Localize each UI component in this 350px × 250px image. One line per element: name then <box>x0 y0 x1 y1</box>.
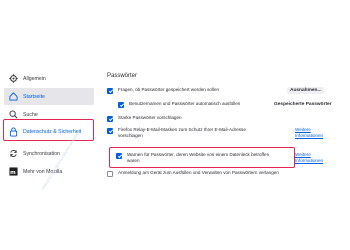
more-info-link-relay[interactable]: Weitere Informationen <box>295 127 323 139</box>
option-relay-masks[interactable]: Firefox Relay-E-Mail-Masken zum Schutz I… <box>107 127 246 139</box>
option-label-line2: vorschlagen <box>118 133 143 138</box>
option-label-line1: Firefox Relay-E-Mail-Masken zum Schutz I… <box>118 127 246 132</box>
option-autofill[interactable]: Benutzernamen und Passwörter automatisch… <box>118 101 240 108</box>
sidebar-item-label: Suche <box>23 111 38 118</box>
option-label: Starke Passwörter vorschlagen <box>118 115 182 120</box>
option-strong-passwords[interactable]: Starke Passwörter vorschlagen <box>107 115 182 122</box>
option-label: Benutzernamen und Passwörter automatisch… <box>129 101 241 106</box>
gear-icon <box>8 74 18 84</box>
svg-text:m: m <box>10 170 16 176</box>
option-ask-save[interactable]: Fragen, ob Passwörter gespeichert werden… <box>107 87 219 94</box>
saved-passwords-button[interactable]: Gespeicherte Passwörter <box>271 101 335 108</box>
link-line1: Weitere <box>295 152 311 157</box>
checkbox[interactable] <box>107 127 113 134</box>
option-require-device-login[interactable]: Anmeldung am Gerät zum Ausfüllen und Ver… <box>107 170 279 177</box>
main-content: Passwörter Ausnahmen... Gespeicherte Pas… <box>105 0 350 250</box>
sync-icon <box>8 149 18 159</box>
sidebar-item-home[interactable]: Startseite <box>4 88 94 105</box>
highlight-frame-breach <box>109 147 295 168</box>
search-icon <box>8 110 18 120</box>
checkbox[interactable] <box>107 115 113 122</box>
sidebar-item-sync[interactable]: Synchronisation <box>4 145 94 162</box>
mozilla-icon: m <box>8 167 18 177</box>
option-label: Anmeldung am Gerät zum Ausfüllen und Ver… <box>118 170 279 175</box>
option-label: Firefox Relay-E-Mail-Masken zum Schutz I… <box>118 127 246 139</box>
sidebar-item-label: Synchronisation <box>23 150 60 157</box>
more-info-link-breach[interactable]: Weitere Informationen <box>295 152 323 164</box>
option-label: Fragen, ob Passwörter gespeichert werden… <box>118 87 220 92</box>
highlight-frame <box>3 119 94 141</box>
checkbox[interactable] <box>118 101 124 108</box>
link-line2: Informationen <box>295 133 324 138</box>
sidebar-item-label: Startseite <box>23 93 45 100</box>
home-icon <box>8 92 18 102</box>
sidebar-item-general[interactable]: Allgemein <box>4 70 94 87</box>
link-line1: Weitere <box>295 127 311 132</box>
link-line2: Informationen <box>295 158 324 163</box>
sidebar-item-label: Allgemein <box>23 75 46 82</box>
checkbox[interactable] <box>107 170 113 177</box>
checkbox[interactable] <box>107 87 113 94</box>
exceptions-button[interactable]: Ausnahmen... <box>287 87 325 94</box>
section-title-passwords: Passwörter <box>107 73 138 79</box>
